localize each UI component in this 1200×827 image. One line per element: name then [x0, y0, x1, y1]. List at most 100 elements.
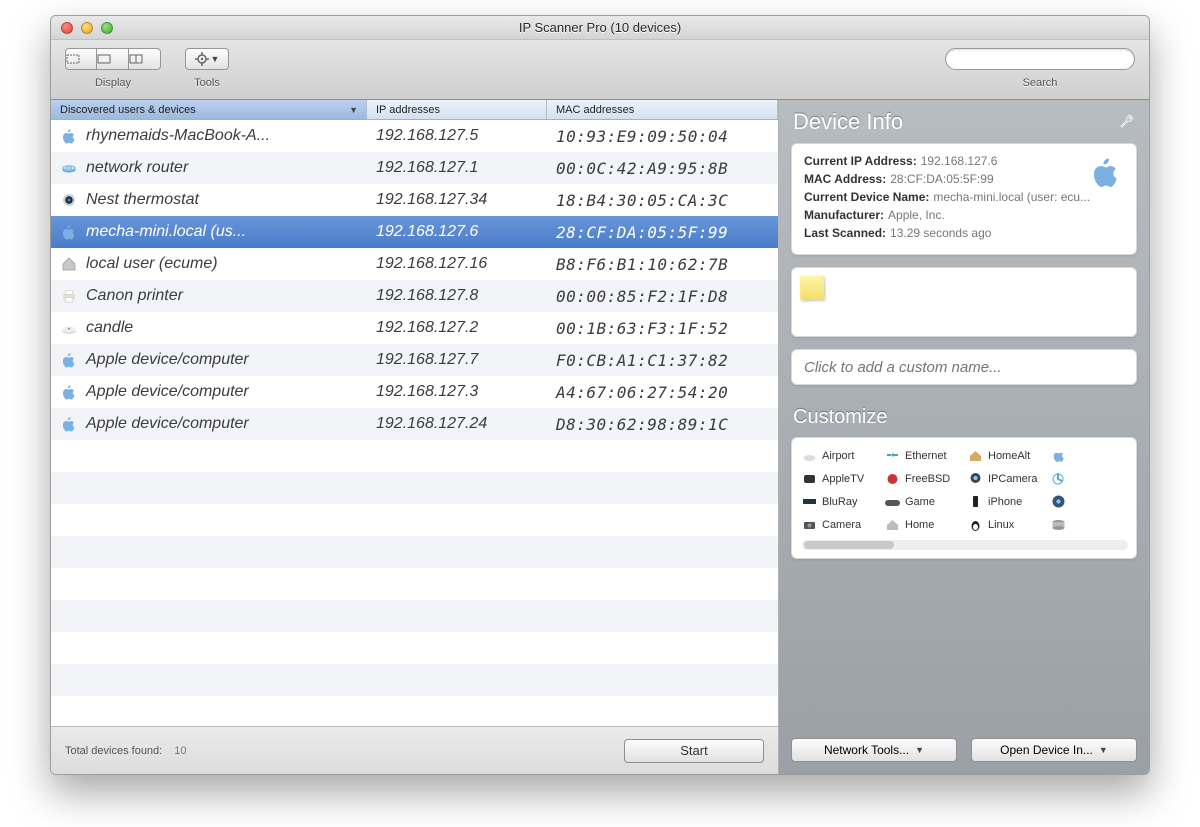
- table-row[interactable]: network router192.168.127.100:0C:42:A9:9…: [51, 152, 778, 184]
- ipcam-icon: [968, 471, 983, 486]
- home-icon: [60, 255, 78, 273]
- customize-item-appletv[interactable]: AppleTV: [802, 471, 885, 486]
- column-header-mac[interactable]: MAC addresses: [547, 100, 778, 119]
- device-mac: D8:30:62:98:89:1C: [547, 415, 778, 434]
- device-ip: 192.168.127.6: [367, 223, 547, 241]
- customize-item-game[interactable]: Game: [885, 494, 968, 509]
- device-mac: 00:00:85:F2:1F:D8: [547, 287, 778, 306]
- empty-row: [51, 472, 778, 504]
- device-name: mecha-mini.local (us...: [86, 223, 246, 241]
- table-header: Discovered users & devices▼ IP addresses…: [51, 100, 778, 120]
- tools-button[interactable]: ▼: [185, 48, 229, 70]
- empty-row: [51, 696, 778, 726]
- customize-item-ipcamera[interactable]: IPCamera: [968, 471, 1051, 486]
- table-row[interactable]: candle192.168.127.200:1B:63:F3:1F:52: [51, 312, 778, 344]
- customize-item-extra[interactable]: [1051, 517, 1134, 532]
- titlebar[interactable]: IP Scanner Pro (10 devices): [51, 16, 1149, 40]
- customize-item-freebsd[interactable]: FreeBSD: [885, 471, 968, 486]
- customize-item-camera[interactable]: Camera: [802, 517, 885, 532]
- gear-icon: [195, 52, 209, 66]
- empty-row: [51, 504, 778, 536]
- table-row[interactable]: Apple device/computer192.168.127.3A4:67:…: [51, 376, 778, 408]
- open-device-in-dropdown[interactable]: Open Device In...▼: [971, 738, 1137, 762]
- display-mode-1[interactable]: [65, 48, 97, 70]
- customize-item-ethernet[interactable]: Ethernet: [885, 448, 968, 463]
- apple-icon: [60, 415, 78, 433]
- info-ip-value: 192.168.127.6: [921, 154, 998, 168]
- device-ip: 192.168.127.1: [367, 159, 547, 177]
- game-icon: [885, 494, 900, 509]
- info-name-value: mecha-mini.local (user: ecu...: [933, 190, 1090, 204]
- customize-item-extra[interactable]: [1051, 471, 1134, 486]
- customize-item-bluray[interactable]: BluRay: [802, 494, 885, 509]
- device-name: Apple device/computer: [86, 383, 249, 401]
- table-row[interactable]: mecha-mini.local (us... 192.168.127.628:C…: [51, 216, 778, 248]
- device-mac: 10:93:E9:09:50:04: [547, 127, 778, 146]
- table-row[interactable]: local user (ecume)192.168.127.16B8:F6:B1…: [51, 248, 778, 280]
- device-ip: 192.168.127.34: [367, 191, 547, 209]
- device-list-pane: Discovered users & devices▼ IP addresses…: [51, 100, 779, 774]
- airport-icon: [60, 319, 78, 337]
- empty-row: [51, 664, 778, 696]
- customize-item-extra[interactable]: [1051, 448, 1134, 463]
- customize-card: AirportEthernetHomeAlt AppleTVFreeBSDIPCa…: [791, 437, 1137, 559]
- wrench-icon[interactable]: [1119, 114, 1135, 130]
- sort-descending-icon: ▼: [349, 105, 358, 115]
- close-icon[interactable]: [61, 22, 73, 34]
- device-name: Apple device/computer: [86, 351, 249, 369]
- device-info-card: Current IP Address:192.168.127.6 MAC Add…: [791, 143, 1137, 255]
- apple-icon: [60, 351, 78, 369]
- apple-icon: [60, 223, 78, 241]
- device-mac: 18:B4:30:05:CA:3C: [547, 191, 778, 210]
- extra-icon: [1051, 471, 1066, 486]
- router-icon: [60, 159, 78, 177]
- device-name: candle: [86, 319, 133, 337]
- customize-scrollbar[interactable]: [802, 540, 1128, 550]
- extra-icon: [1051, 517, 1066, 532]
- extra-icon: [1051, 494, 1066, 509]
- nest-icon: [60, 191, 78, 209]
- appletv-icon: [802, 471, 817, 486]
- customize-item-iphone[interactable]: iPhone: [968, 494, 1051, 509]
- display-mode-2[interactable]: [97, 48, 129, 70]
- device-mac: F0:CB:A1:C1:37:82: [547, 351, 778, 370]
- table-row[interactable]: rhynemaids-MacBook-A...192.168.127.510:9…: [51, 120, 778, 152]
- display-mode-3[interactable]: [129, 48, 161, 70]
- table-row[interactable]: Apple device/computer192.168.127.24D8:30…: [51, 408, 778, 440]
- column-header-ip[interactable]: IP addresses: [367, 100, 547, 119]
- table-row[interactable]: Apple device/computer192.168.127.7F0:CB:…: [51, 344, 778, 376]
- network-tools-dropdown[interactable]: Network Tools...▼: [791, 738, 957, 762]
- customize-item-extra[interactable]: [1051, 494, 1134, 509]
- device-mac: 28:CF:DA:05:5F:99: [547, 223, 778, 242]
- notes-card[interactable]: [791, 267, 1137, 337]
- search-label: Search: [1023, 77, 1058, 89]
- customize-item-homealt[interactable]: HomeAlt: [968, 448, 1051, 463]
- start-button[interactable]: Start: [624, 739, 764, 763]
- customize-item-airport[interactable]: Airport: [802, 448, 885, 463]
- column-header-devices[interactable]: Discovered users & devices▼: [51, 100, 367, 119]
- window-title: IP Scanner Pro (10 devices): [51, 20, 1149, 35]
- minimize-icon[interactable]: [81, 22, 93, 34]
- printer-icon: [60, 287, 78, 305]
- zoom-icon[interactable]: [101, 22, 113, 34]
- bluray-icon: [802, 494, 817, 509]
- sticky-note-icon: [800, 276, 825, 301]
- tools-label: Tools: [194, 77, 220, 89]
- customize-item-home[interactable]: Home: [885, 517, 968, 532]
- device-mac: B8:F6:B1:10:62:7B: [547, 255, 778, 274]
- table-row[interactable]: Nest thermostat192.168.127.3418:B4:30:05…: [51, 184, 778, 216]
- customize-item-linux[interactable]: Linux: [968, 517, 1051, 532]
- device-ip: 192.168.127.8: [367, 287, 547, 305]
- custom-name-input[interactable]: [804, 359, 1124, 376]
- device-name: Canon printer: [86, 287, 183, 305]
- status-count: 10: [174, 745, 186, 757]
- device-ip: 192.168.127.24: [367, 415, 547, 433]
- device-name: network router: [86, 159, 188, 177]
- apple-icon: [60, 127, 78, 145]
- toolbar: Display ▼ Tools Search: [51, 40, 1149, 100]
- search-input[interactable]: [945, 48, 1135, 70]
- device-name: rhynemaids-MacBook-A...: [86, 127, 270, 145]
- table-row[interactable]: Canon printer 192.168.127.800:00:85:F2:1F…: [51, 280, 778, 312]
- device-info-pane: Device Info Current IP Address:192.168.1…: [779, 100, 1149, 774]
- status-label: Total devices found:: [65, 745, 162, 757]
